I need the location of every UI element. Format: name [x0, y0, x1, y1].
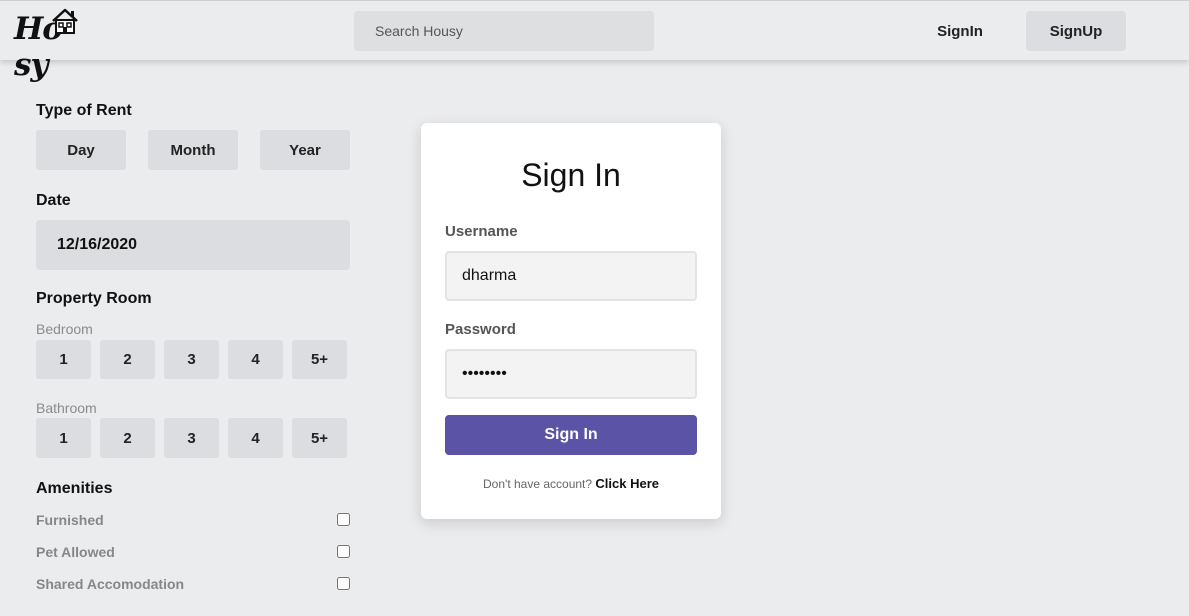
date-input[interactable] — [36, 220, 350, 270]
bedroom-option[interactable]: 5+ — [292, 340, 347, 379]
navbar: Ho sy SignIn SignUp — [0, 0, 1189, 83]
rent-month-button[interactable]: Month — [148, 130, 238, 170]
date-title: Date — [36, 192, 71, 209]
search-input[interactable] — [354, 11, 654, 51]
bathroom-option[interactable]: 3 — [164, 418, 219, 458]
signup-prompt-text: Don't have account? — [483, 477, 596, 491]
amenity-furnished-label: Furnished — [36, 512, 104, 528]
username-label: Username — [445, 223, 518, 240]
bathroom-label: Bathroom — [36, 400, 97, 416]
amenity-pet-label: Pet Allowed — [36, 544, 115, 560]
bedroom-option[interactable]: 4 — [228, 340, 283, 379]
house-icon — [52, 8, 78, 34]
username-field[interactable] — [445, 251, 697, 301]
bedroom-label: Bedroom — [36, 321, 93, 337]
signin-title: Sign In — [521, 157, 621, 193]
signup-nav-button[interactable]: SignUp — [1026, 11, 1126, 51]
property-room-title: Property Room — [36, 290, 152, 307]
signin-nav-button[interactable]: SignIn — [920, 11, 1000, 51]
housy-logo[interactable]: Ho sy — [14, 7, 104, 83]
amenities-title: Amenities — [36, 480, 113, 497]
bedroom-option[interactable]: 2 — [100, 340, 155, 379]
amenity-pet-checkbox[interactable] — [337, 545, 350, 558]
signup-prompt: Don't have account? Click Here — [421, 476, 721, 491]
rent-type-title: Type of Rent — [36, 102, 132, 119]
signup-link[interactable]: Click Here — [595, 476, 659, 491]
bathroom-option[interactable]: 2 — [100, 418, 155, 458]
signin-modal: Sign In Username Password Sign In Don't … — [421, 123, 721, 519]
bathroom-option[interactable]: 5+ — [292, 418, 347, 458]
rent-year-button[interactable]: Year — [260, 130, 350, 170]
bathroom-option[interactable]: 1 — [36, 418, 91, 458]
amenity-shared-label: Shared Accomodation — [36, 576, 185, 592]
bedroom-option[interactable]: 3 — [164, 340, 219, 379]
bathroom-option[interactable]: 4 — [228, 418, 283, 458]
signin-submit-button[interactable]: Sign In — [445, 415, 697, 455]
amenity-furnished-checkbox[interactable] — [337, 513, 350, 526]
password-label: Password — [445, 321, 516, 338]
amenity-shared-checkbox[interactable] — [337, 577, 350, 590]
rent-day-button[interactable]: Day — [36, 130, 126, 170]
password-field[interactable] — [445, 349, 697, 399]
bedroom-option[interactable]: 1 — [36, 340, 91, 379]
